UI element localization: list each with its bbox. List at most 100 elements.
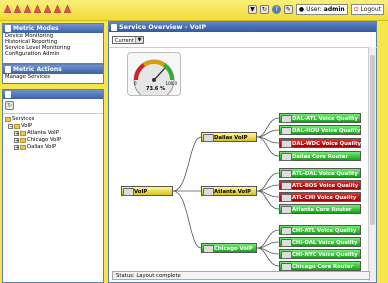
node-atl-chi[interactable]: ATL-CHI Voice Quality: [279, 192, 361, 202]
service-icon: [281, 227, 292, 235]
filter-icon[interactable]: ▼: [247, 5, 257, 14]
node-chi-dal[interactable]: CHI-DAL Voice Quality: [279, 237, 361, 247]
node-label: CHI-NYC Voice Quality: [292, 252, 358, 258]
toolbar-icons: [3, 4, 72, 14]
time-select[interactable]: Current ▼: [112, 36, 144, 44]
node-dallas-router[interactable]: Dallas Core Router: [279, 151, 361, 161]
service-graph-canvas: 0 100.0 73.6 % VoIP Dallas VoIP Atlanta …: [109, 47, 378, 271]
node-chi-nyc[interactable]: CHI-NYC Voice Quality: [279, 249, 361, 259]
node-label: Chicago Core Router: [292, 264, 354, 270]
service-overview-panel: Service Overview - VoIP Current ▼ 0 100.…: [108, 21, 378, 283]
metric-modes-panel: Metric Modes Device Monitoring Historica…: [2, 23, 104, 64]
tree-node-chicago[interactable]: + Chicago VoIP: [5, 137, 101, 144]
metric-actions-title: Metric Actions: [13, 66, 62, 73]
service-icon: [281, 194, 292, 202]
service-icon: [203, 188, 214, 196]
node-dal-atl[interactable]: DAL-ATL Voice Quality: [279, 113, 361, 123]
node-voip[interactable]: VoIP: [121, 186, 173, 196]
nav-icon-5[interactable]: [43, 4, 52, 14]
node-atlanta-label: Atlanta VoIP: [214, 189, 252, 195]
service-icon: [203, 134, 214, 142]
configuration-admin-link[interactable]: Configuration Admin: [3, 51, 103, 57]
metric-actions-header: Metric Actions: [3, 65, 103, 74]
help-icon[interactable]: ?: [271, 5, 281, 14]
panel-icon: [5, 25, 11, 32]
header-right: ▼ ↻ ? ✎ ● User: admin ⏻ Logout: [247, 4, 384, 15]
user-button[interactable]: ● User: admin: [295, 4, 348, 15]
nav-icon-1[interactable]: [3, 4, 12, 14]
node-atl-bos[interactable]: ATL-BOS Voice Quality: [279, 180, 361, 190]
service-icon: [281, 115, 292, 123]
expand-icon[interactable]: +: [14, 131, 19, 137]
time-select-value: Current: [115, 38, 134, 44]
node-atlanta-voip[interactable]: Atlanta VoIP: [201, 186, 257, 196]
logout-label: Logout: [360, 6, 381, 13]
expand-icon[interactable]: +: [14, 138, 19, 144]
node-atl-dal[interactable]: ATL-DAL Voice Quality: [279, 168, 361, 178]
folder-icon: [14, 124, 20, 129]
scrollbar-thumb[interactable]: [370, 55, 375, 225]
service-icon: [281, 182, 292, 190]
nav-icon-7[interactable]: [63, 4, 72, 14]
node-label: CHI-DAL Voice Quality: [292, 240, 358, 246]
tree-refresh-icon[interactable]: ↻: [5, 101, 14, 110]
node-dallas-label: Dallas VoIP: [214, 135, 248, 141]
logout-button[interactable]: ⏻ Logout: [350, 4, 384, 15]
metric-modes-header: Metric Modes: [3, 24, 103, 33]
node-label: DAL-WDC Voice Quality: [292, 141, 362, 147]
node-atlanta-router[interactable]: Atlanta Core Router: [279, 204, 361, 214]
node-label: ATL-CHI Voice Quality: [292, 195, 357, 201]
tree-toolbar: ↻: [3, 99, 103, 114]
node-chicago-router[interactable]: Chicago Core Router: [279, 261, 361, 271]
tree-node-voip[interactable]: − VoIP: [5, 123, 101, 130]
node-chicago-voip[interactable]: Chicago VoIP: [201, 243, 257, 253]
node-chi-atl[interactable]: CHI-ATL Voice Quality: [279, 225, 361, 235]
nav-icon-2[interactable]: [13, 4, 22, 14]
service-icon: [281, 206, 292, 214]
panel-icon: [5, 91, 11, 98]
folder-icon: [20, 138, 26, 143]
nav-icon-4[interactable]: [33, 4, 42, 14]
node-chicago-label: Chicago VoIP: [214, 246, 253, 252]
gauge-min: 0: [134, 81, 137, 86]
node-dal-wdc[interactable]: DAL-WDC Voice Quality: [279, 138, 361, 148]
logout-icon: ⏻: [353, 5, 359, 13]
tree-node-dallas[interactable]: + Dallas VoIP: [5, 144, 101, 151]
top-toolbar: ▼ ↻ ? ✎ ● User: admin ⏻ Logout: [0, 0, 388, 21]
tree-label-atlanta: Atlanta VoIP: [27, 130, 59, 136]
metric-actions-panel: Metric Actions Manage Services: [2, 64, 104, 84]
edit-icon[interactable]: ✎: [283, 5, 293, 14]
user-name: admin: [323, 6, 345, 13]
service-icon: [281, 263, 292, 271]
panel-icon: [111, 24, 117, 31]
folder-icon: [20, 131, 26, 136]
folder-icon: [5, 117, 11, 122]
node-label: CHI-ATL Voice Quality: [292, 228, 357, 234]
service-icon: [281, 170, 292, 178]
refresh-icon[interactable]: ↻: [259, 5, 269, 14]
nav-icon-6[interactable]: [53, 4, 62, 14]
folder-icon: [20, 145, 26, 150]
service-tree: Services − VoIP + Atlanta VoIP + Chicago Vo…: [3, 114, 103, 153]
tree-node-atlanta[interactable]: + Atlanta VoIP: [5, 130, 101, 137]
node-voip-label: VoIP: [134, 189, 148, 195]
service-icon: [123, 188, 134, 196]
service-icon: [281, 251, 292, 259]
service-icon: [281, 239, 292, 247]
vertical-scrollbar[interactable]: [368, 47, 376, 281]
service-overview-title: Service Overview - VoIP: [119, 23, 207, 31]
node-label: DAL-ATL Voice Quality: [292, 116, 358, 122]
node-label: ATL-BOS Voice Quality: [292, 183, 359, 189]
tree-label-chicago: Chicago VoIP: [27, 137, 62, 143]
tree-label-services: Services: [12, 116, 35, 122]
nav-icon-3[interactable]: [23, 4, 32, 14]
gauge: 0 100.0 73.6 %: [127, 52, 181, 101]
collapse-icon[interactable]: −: [8, 124, 13, 130]
tree-node-services[interactable]: Services: [5, 116, 101, 123]
node-dallas-voip[interactable]: Dallas VoIP: [201, 132, 257, 142]
node-label: Atlanta Core Router: [292, 207, 352, 213]
expand-icon[interactable]: +: [14, 145, 19, 151]
tree-label-voip: VoIP: [21, 123, 33, 129]
manage-services-link[interactable]: Manage Services: [3, 74, 103, 80]
node-dal-hou[interactable]: DAL-HOU Voice Quality: [279, 125, 361, 135]
